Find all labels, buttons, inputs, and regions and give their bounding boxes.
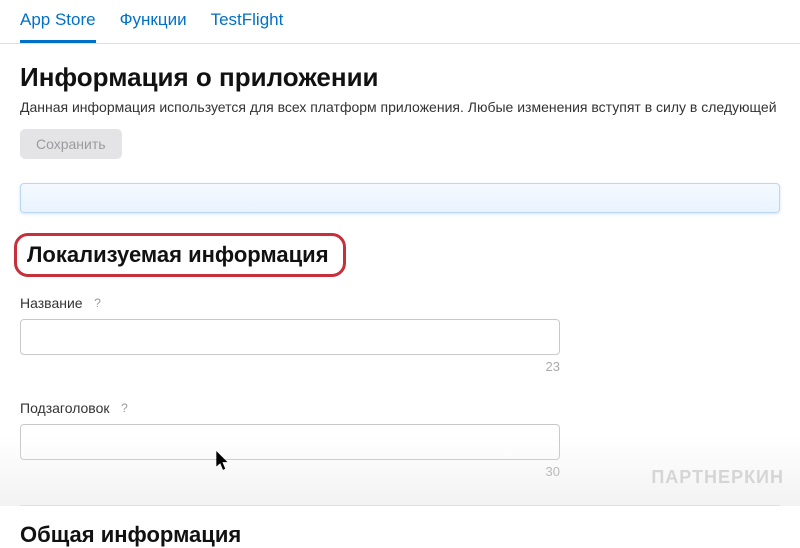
- save-button[interactable]: Сохранить: [20, 129, 122, 159]
- tab-app-store[interactable]: App Store: [20, 10, 96, 43]
- name-label: Название: [20, 295, 83, 311]
- tab-testflight[interactable]: TestFlight: [211, 10, 284, 43]
- page-title: Информация о приложении: [20, 62, 780, 93]
- page-description: Данная информация используется для всех …: [20, 99, 780, 115]
- info-alert-bar: [20, 183, 780, 213]
- main-content: Информация о приложении Данная информаци…: [0, 44, 800, 548]
- section-divider: [20, 505, 780, 506]
- subtitle-counter: 30: [20, 464, 560, 479]
- name-counter: 23: [20, 359, 560, 374]
- help-icon[interactable]: ?: [91, 296, 105, 310]
- section-localizable-title: Локализуемая информация: [14, 233, 346, 277]
- subtitle-input[interactable]: [20, 424, 560, 460]
- tab-functions[interactable]: Функции: [120, 10, 187, 43]
- help-icon[interactable]: ?: [118, 401, 132, 415]
- name-input[interactable]: [20, 319, 560, 355]
- section-general-title: Общая информация: [20, 522, 780, 548]
- top-tabs: App Store Функции TestFlight: [0, 0, 800, 44]
- subtitle-label: Подзаголовок: [20, 400, 110, 416]
- field-name: Название ? 23: [20, 295, 780, 374]
- field-subtitle: Подзаголовок ? 30: [20, 400, 780, 479]
